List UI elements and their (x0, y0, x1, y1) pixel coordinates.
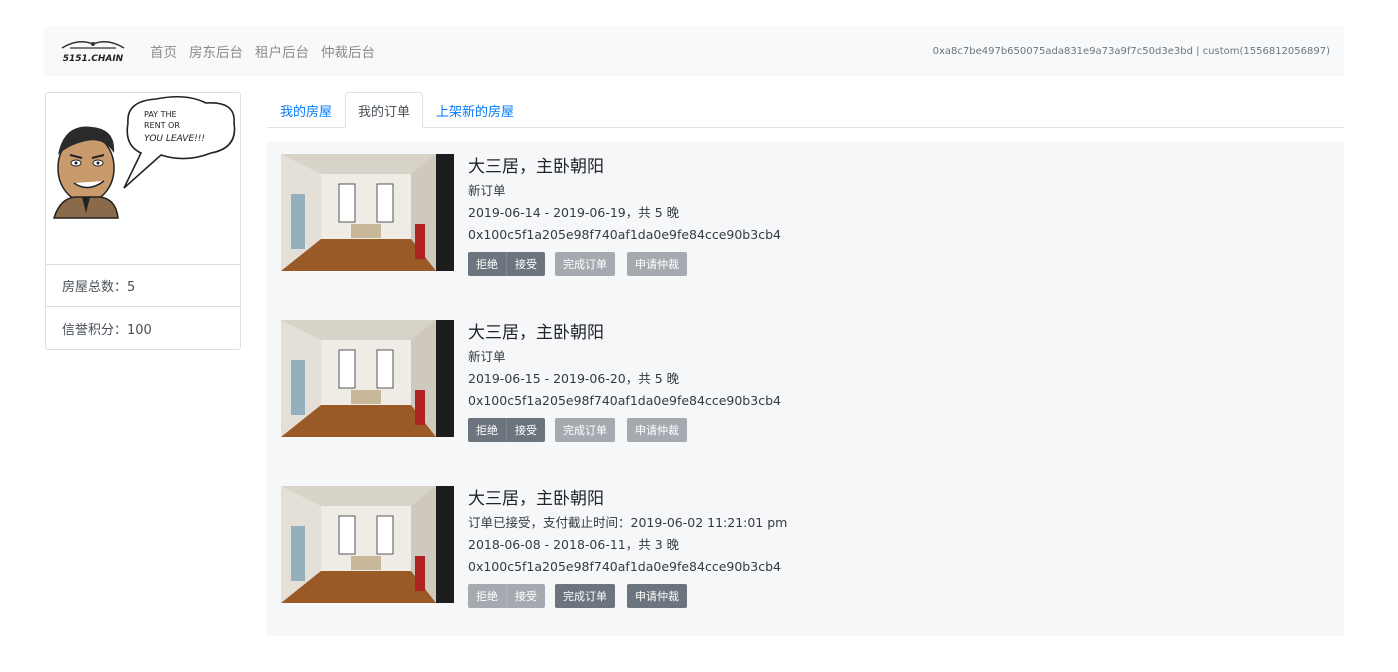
order-title: 大三居，主卧朝阳 (468, 489, 604, 509)
nav-landlord[interactable]: 房东后台 (189, 41, 243, 61)
tab-my-houses[interactable]: 我的房屋 (267, 92, 345, 128)
reject-accept-group: 拒绝 接受 (468, 252, 545, 276)
avatar: PAY THE RENT OR YOU LEAVE!!! (46, 93, 240, 265)
accept-button[interactable]: 接受 (507, 252, 545, 276)
order-dates: 2018-06-08 - 2018-06-11，共 3 晚 (468, 537, 680, 552)
top-navbar: 5151.CHAIN 首页 房东后台 租户后台 仲裁后台 0xa8c7be497… (44, 26, 1344, 76)
svg-text:RENT OR: RENT OR (144, 121, 180, 130)
reject-button[interactable]: 拒绝 (468, 252, 507, 276)
order-item: 大三居，主卧朝阳 新订单 2019-06-15 - 2019-06-20，共 5… (281, 308, 1331, 458)
order-hash: 0x100c5f1a205e98f740af1da0e9fe84cce90b3c… (468, 227, 781, 242)
room-photo (281, 320, 454, 437)
svg-text:YOU LEAVE!!!: YOU LEAVE!!! (144, 134, 205, 144)
credit-score: 信誉积分：100 (62, 322, 152, 338)
reject-button[interactable]: 拒绝 (468, 584, 507, 608)
tab-my-orders[interactable]: 我的订单 (345, 92, 424, 129)
apply-arbitration-button[interactable]: 申请仲裁 (627, 252, 687, 276)
apply-arbitration-button[interactable]: 申请仲裁 (627, 418, 687, 442)
tab-list-new-house[interactable]: 上架新的房屋 (423, 92, 527, 128)
accept-button[interactable]: 接受 (507, 418, 545, 442)
order-status: 订单已接受，支付截止时间：2019-06-02 11:21:01 pm (468, 515, 788, 530)
brand-logo[interactable]: 5151.CHAIN (58, 36, 128, 66)
svg-text:5151.CHAIN: 5151.CHAIN (63, 54, 124, 64)
order-dates: 2019-06-14 - 2019-06-19，共 5 晚 (468, 205, 680, 220)
reject-button[interactable]: 拒绝 (468, 418, 507, 442)
accept-button[interactable]: 接受 (507, 584, 545, 608)
reject-accept-group: 拒绝 接受 (468, 584, 545, 608)
order-title: 大三居，主卧朝阳 (468, 157, 604, 177)
order-hash: 0x100c5f1a205e98f740af1da0e9fe84cce90b3c… (468, 393, 781, 408)
reject-accept-group: 拒绝 接受 (468, 418, 545, 442)
apply-arbitration-button[interactable]: 申请仲裁 (627, 584, 687, 608)
order-item: 大三居，主卧朝阳 新订单 2019-06-14 - 2019-06-19，共 5… (281, 142, 1331, 292)
complete-order-button[interactable]: 完成订单 (555, 252, 615, 276)
room-photo (281, 154, 454, 271)
account-info: 0xa8c7be497b650075ada831e9a73a9f7c50d3e3… (932, 45, 1330, 57)
tab-bar: 我的房屋 我的订单 上架新的房屋 (267, 92, 1344, 129)
room-photo (281, 486, 454, 603)
house-count: 房屋总数：5 (46, 265, 240, 307)
order-status: 新订单 (468, 349, 506, 364)
order-status: 新订单 (468, 183, 506, 198)
nav-arbitration[interactable]: 仲裁后台 (321, 41, 375, 61)
svg-text:PAY THE: PAY THE (144, 110, 177, 119)
orders-list: 大三居，主卧朝阳 新订单 2019-06-14 - 2019-06-19，共 5… (267, 142, 1344, 636)
nav-tenant[interactable]: 租户后台 (255, 41, 309, 61)
nav-home[interactable]: 首页 (150, 41, 177, 61)
order-hash: 0x100c5f1a205e98f740af1da0e9fe84cce90b3c… (468, 559, 781, 574)
complete-order-button[interactable]: 完成订单 (555, 584, 615, 608)
order-title: 大三居，主卧朝阳 (468, 323, 604, 343)
complete-order-button[interactable]: 完成订单 (555, 418, 615, 442)
order-item: 大三居，主卧朝阳 订单已接受，支付截止时间：2019-06-02 11:21:0… (281, 474, 1331, 624)
order-dates: 2019-06-15 - 2019-06-20，共 5 晚 (468, 371, 680, 386)
profile-card: PAY THE RENT OR YOU LEAVE!!! 房屋总数：5 信誉积分… (45, 92, 241, 350)
